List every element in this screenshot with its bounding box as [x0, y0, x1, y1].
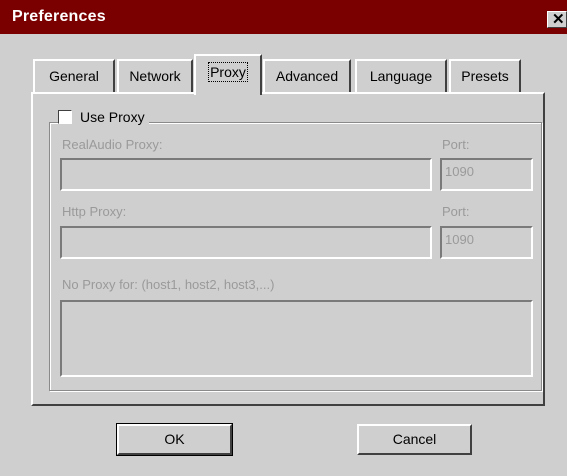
no-proxy-label: No Proxy for: (host1, host2, host3,...) [62, 277, 275, 292]
preferences-dialog: Preferences ✕ General Network Proxy Adva… [0, 0, 567, 476]
http-port-field[interactable]: 1090 [440, 226, 533, 259]
ok-button[interactable]: OK [116, 423, 233, 456]
tab-label: Network [129, 68, 181, 84]
window-title: Preferences [12, 8, 106, 25]
no-proxy-textarea[interactable] [60, 300, 533, 377]
http-port-label: Port: [442, 204, 470, 219]
tab-network[interactable]: Network [117, 59, 193, 92]
realaudio-port-field[interactable]: 1090 [440, 158, 533, 191]
title-bar: Preferences ✕ [0, 0, 567, 34]
http-proxy-field[interactable] [60, 226, 432, 259]
tab-label: Proxy [208, 62, 248, 82]
close-icon: ✕ [552, 11, 565, 28]
use-proxy-checkbox[interactable] [58, 110, 72, 124]
tab-presets[interactable]: Presets [449, 59, 521, 92]
tab-advanced[interactable]: Advanced [263, 59, 351, 92]
http-proxy-label: Http Proxy: [62, 204, 127, 219]
realaudio-proxy-label: RealAudio Proxy: [62, 137, 163, 152]
realaudio-port-label: Port: [442, 137, 470, 152]
tab-label: Language [369, 68, 433, 84]
tab-label: Advanced [275, 68, 339, 84]
use-proxy-label: Use Proxy [80, 109, 145, 125]
close-button[interactable]: ✕ [547, 11, 567, 28]
use-proxy-checkbox-row[interactable]: Use Proxy [58, 108, 149, 126]
tab-label: General [49, 68, 99, 84]
tab-general[interactable]: General [33, 59, 115, 92]
tab-language[interactable]: Language [355, 59, 447, 92]
cancel-button[interactable]: Cancel [357, 424, 472, 455]
realaudio-proxy-field[interactable] [60, 158, 432, 191]
tab-label: Presets [461, 68, 509, 84]
tab-proxy[interactable]: Proxy [194, 54, 262, 95]
